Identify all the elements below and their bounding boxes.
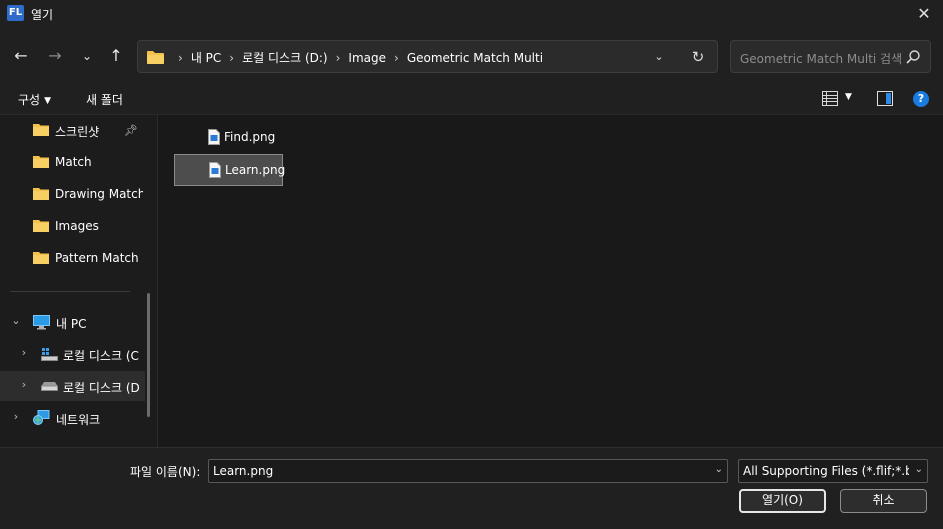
nav-item-label: 로컬 디스크 (C xyxy=(63,349,139,363)
search-icon xyxy=(906,50,920,64)
chevron-right-icon[interactable]: › xyxy=(18,346,30,359)
refresh-icon[interactable]: ↻ xyxy=(688,47,708,67)
forward-arrow-icon[interactable]: → xyxy=(45,46,65,66)
nav-item-drive-c[interactable]: › 로컬 디스크 (C xyxy=(0,339,145,369)
new-folder-button[interactable]: 새 폴더 xyxy=(86,91,123,108)
nav-item-images[interactable]: Images xyxy=(0,211,145,241)
address-dropdown-icon[interactable]: ⌄ xyxy=(650,48,668,66)
filetype-value: All Supporting Files (*.flif;*.bm xyxy=(743,464,909,478)
filename-value: Learn.png xyxy=(213,464,274,478)
nav-divider xyxy=(10,291,130,292)
search-placeholder: Geometric Match Multi 검색 xyxy=(740,52,903,66)
breadcrumb-item[interactable]: Geometric Match Multi xyxy=(407,51,543,65)
help-icon[interactable]: ? xyxy=(913,91,929,107)
command-bar: 구성 ▼ 새 폴더 ▼ ? xyxy=(0,83,943,115)
file-name: Learn.png xyxy=(225,163,286,177)
png-file-icon xyxy=(208,129,220,145)
back-arrow-icon[interactable]: ← xyxy=(11,46,31,66)
chevron-down-icon[interactable]: ⌄ xyxy=(10,314,22,327)
folder-icon xyxy=(147,51,164,64)
preview-pane-icon[interactable] xyxy=(877,91,893,106)
nav-item-screenshots[interactable]: 스크린샷 📌︎ xyxy=(0,115,145,145)
pin-icon[interactable]: 📌︎ xyxy=(124,124,138,137)
nav-item-drive-d[interactable]: › 로컬 디스크 (D xyxy=(0,371,145,401)
chevron-down-icon[interactable]: ⌄ xyxy=(715,464,723,475)
view-options-caret-icon[interactable]: ▼ xyxy=(845,92,852,102)
file-item-learn[interactable]: Learn.png xyxy=(174,154,286,186)
computer-icon xyxy=(33,315,50,330)
folder-icon xyxy=(33,156,49,168)
bottom-panel: 파일 이름(N): Learn.png ⌄ All Supporting Fil… xyxy=(0,447,943,529)
title-bar: FL 열기 ✕ xyxy=(0,0,943,28)
folder-icon xyxy=(33,220,49,232)
nav-item-label: Pattern Match S xyxy=(55,251,139,265)
windows-drive-icon xyxy=(41,348,58,361)
nav-item-this-pc[interactable]: ⌄ 내 PC xyxy=(0,307,145,337)
chevron-right-icon[interactable]: › xyxy=(10,410,22,423)
breadcrumb-separator-icon: › xyxy=(229,50,235,65)
open-button[interactable]: 열기(O) xyxy=(739,489,826,513)
nav-item-label: Drawing Match xyxy=(55,187,143,201)
breadcrumb-separator-icon: › xyxy=(178,50,183,65)
filetype-select[interactable]: All Supporting Files (*.flif;*.bm ⌄ xyxy=(738,459,928,483)
view-details-icon[interactable] xyxy=(822,91,838,106)
app-logo-icon: FL xyxy=(7,5,24,21)
filename-label: 파일 이름(N): xyxy=(130,465,201,479)
drive-icon xyxy=(41,382,58,391)
window-title: 열기 xyxy=(31,8,54,22)
nav-item-label: Match xyxy=(55,155,92,169)
file-item-find[interactable]: Find.png xyxy=(174,121,282,153)
nav-item-label: 로컬 디스크 (D xyxy=(63,381,140,395)
breadcrumb: › 내 PC › 로컬 디스크 (D:) › Image › Geometric… xyxy=(170,49,543,66)
navigation-pane: 스크린샷 📌︎ Match Drawing Match Images Patte… xyxy=(0,115,158,447)
close-icon[interactable]: ✕ xyxy=(913,3,935,25)
nav-item-match[interactable]: Match xyxy=(0,147,145,177)
nav-scrollbar[interactable] xyxy=(147,293,150,417)
chevron-right-icon[interactable]: › xyxy=(18,378,30,391)
up-arrow-icon[interactable]: ↑ xyxy=(106,46,126,66)
address-bar[interactable]: › 내 PC › 로컬 디스크 (D:) › Image › Geometric… xyxy=(137,40,718,73)
folder-icon xyxy=(33,252,49,264)
breadcrumb-item[interactable]: 로컬 디스크 (D:) xyxy=(242,49,327,66)
breadcrumb-separator-icon: › xyxy=(394,50,399,65)
nav-item-network[interactable]: › 네트워크 xyxy=(0,403,145,433)
nav-item-label: Images xyxy=(55,219,99,233)
breadcrumb-item[interactable]: 내 PC xyxy=(191,49,221,66)
breadcrumb-separator-icon: › xyxy=(335,50,341,65)
nav-item-label: 내 PC xyxy=(56,317,87,331)
breadcrumb-item[interactable]: Image xyxy=(348,51,386,65)
navigation-row: ← → ⌄ ↑ › 내 PC › 로컬 디스크 (D:) › Image › G… xyxy=(0,28,943,83)
file-list: Find.png Learn.png xyxy=(159,115,943,447)
organize-button[interactable]: 구성 ▼ xyxy=(18,91,51,108)
nav-item-label: 스크린샷 xyxy=(55,125,100,139)
nav-item-label: 네트워크 xyxy=(56,413,101,427)
png-file-icon xyxy=(209,162,221,178)
chevron-down-icon[interactable]: ⌄ xyxy=(915,464,923,475)
filename-input[interactable]: Learn.png ⌄ xyxy=(208,459,728,483)
search-input[interactable]: Geometric Match Multi 검색 xyxy=(730,40,931,73)
cancel-button[interactable]: 취소 xyxy=(840,489,927,513)
organize-label: 구성 xyxy=(18,93,41,107)
file-name: Find.png xyxy=(224,130,276,144)
folder-icon xyxy=(33,188,49,200)
nav-item-pattern-match[interactable]: Pattern Match S xyxy=(0,243,145,273)
caret-down-icon: ▼ xyxy=(44,96,52,106)
folder-icon xyxy=(33,124,49,136)
nav-item-drawing-match[interactable]: Drawing Match xyxy=(0,179,145,209)
recent-locations-chevron-icon[interactable]: ⌄ xyxy=(77,46,97,66)
network-icon xyxy=(33,410,50,425)
